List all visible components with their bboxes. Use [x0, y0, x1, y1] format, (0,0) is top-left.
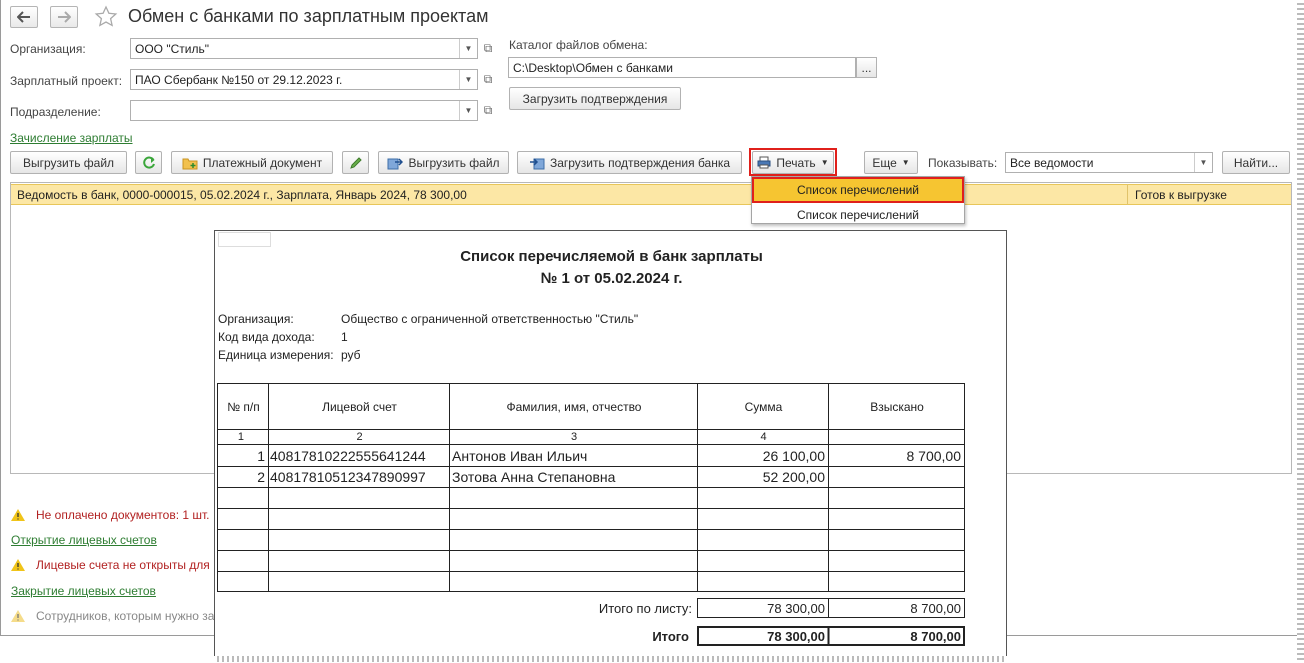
org-label: Организация: — [10, 42, 86, 56]
arrow-left-icon — [17, 11, 30, 23]
row-sum: 52 200,00 — [762, 469, 825, 485]
pencil-icon — [349, 156, 362, 169]
org-field[interactable]: ООО "Стиль" ▼ — [130, 38, 478, 59]
dropdown-icon[interactable]: ▼ — [459, 101, 477, 120]
total-sum: 78 300,00 — [767, 629, 825, 644]
find-button[interactable]: Найти... — [1222, 151, 1290, 174]
arrow-right-icon — [58, 11, 71, 23]
print-label: Печать — [776, 155, 816, 170]
col-header-sum: Сумма — [744, 400, 783, 414]
col-number: 4 — [760, 431, 767, 443]
total-withheld: 8 700,00 — [910, 629, 961, 644]
warning-icon — [11, 509, 25, 521]
export-icon — [387, 157, 404, 169]
report-table-grid — [217, 383, 965, 646]
col-header-name: Фамилия, имя, отчество — [506, 400, 642, 414]
show-value: Все ведомости — [1010, 156, 1094, 170]
export-file-button[interactable]: Выгрузить файл — [10, 151, 127, 174]
page-title: Обмен с банками по зарплатным проектам — [128, 6, 489, 26]
col-number: 1 — [237, 431, 244, 443]
import-icon — [529, 157, 545, 169]
load-confirm-button[interactable]: Загрузить подтверждения — [509, 87, 681, 110]
print-button[interactable]: Печать ▼ — [752, 151, 834, 174]
col-header-account: Лицевой счет — [322, 400, 397, 414]
open-project-icon[interactable]: ⧉ — [479, 69, 497, 90]
show-select[interactable]: Все ведомости ▼ — [1005, 152, 1213, 173]
show-label: Показывать: — [928, 156, 998, 170]
col-header-withheld: Взыскано — [870, 400, 924, 414]
folder-plus-icon — [182, 158, 198, 169]
warning-icon — [11, 610, 25, 622]
print-menu: Список перечислений Список перечислений — [751, 176, 965, 224]
row-document: Ведомость в банк, 0000-000015, 05.02.202… — [17, 188, 467, 202]
row-num: 1 — [257, 448, 265, 464]
payment-doc-label: Платежный документ — [202, 155, 323, 170]
project-label: Зарплатный проект: — [10, 74, 123, 88]
project-field[interactable]: ПАО Сбербанк №150 от 29.12.2023 г. ▼ — [130, 69, 478, 90]
row-num: 2 — [257, 469, 265, 485]
row-sum: 26 100,00 — [762, 448, 825, 464]
payment-doc-button[interactable]: Платежный документ — [171, 151, 333, 174]
col-number: 2 — [356, 431, 363, 443]
col-number: 3 — [570, 431, 578, 443]
total-label: Итого — [652, 629, 689, 644]
star-icon[interactable] — [94, 5, 118, 29]
org-value: ООО "Стиль" — [135, 42, 209, 56]
load-bank-confirm-button[interactable]: Загрузить подтверждения банка — [517, 151, 742, 174]
catalog-browse-button[interactable]: ... — [856, 57, 877, 78]
back-button[interactable] — [10, 6, 38, 28]
print-menu-item-highlighted[interactable]: Список перечислений — [752, 177, 964, 203]
dropdown-icon[interactable]: ▼ — [1194, 153, 1212, 172]
division-field[interactable]: ▼ — [130, 100, 478, 121]
printer-icon — [757, 156, 771, 169]
warning-icon — [11, 559, 25, 571]
row-name: Антонов Иван Ильич — [452, 448, 588, 464]
dropdown-icon[interactable]: ▼ — [459, 70, 477, 89]
row-status: Готов к выгрузке — [1135, 188, 1227, 202]
print-preview-sheet: Список перечисляемой в банк зарплаты № 1… — [214, 230, 1007, 662]
torn-edge — [1297, 0, 1304, 662]
catalog-label: Каталог файлов обмена: — [509, 38, 648, 52]
load-bank-confirm-label: Загрузить подтверждения банка — [549, 155, 731, 170]
salary-link[interactable]: Зачисление зарплаты — [10, 131, 133, 145]
dropdown-icon[interactable]: ▼ — [459, 39, 477, 58]
table-row[interactable]: Ведомость в банк, 0000-000015, 05.02.202… — [11, 184, 1291, 205]
print-menu-item[interactable]: Список перечислений — [752, 206, 964, 224]
project-value: ПАО Сбербанк №150 от 29.12.2023 г. — [135, 73, 343, 87]
page-total-withheld: 8 700,00 — [910, 601, 961, 616]
chevron-down-icon: ▼ — [901, 158, 910, 167]
export-file2-button[interactable]: Выгрузить файл — [378, 151, 509, 174]
unpaid-message: Не оплачено документов: 1 шт. — [36, 508, 210, 522]
catalog-field[interactable]: C:\Desktop\Обмен с банками — [508, 57, 856, 78]
forward-button[interactable] — [50, 6, 78, 28]
page-total-sum: 78 300,00 — [767, 601, 825, 616]
close-accounts-link[interactable]: Закрытие лицевых счетов — [11, 584, 156, 598]
accounts-not-open-message: Лицевые счета не открыты для — [36, 558, 210, 572]
column-divider — [1127, 184, 1128, 205]
more-label: Еще — [872, 155, 897, 170]
division-label: Подразделение: — [10, 105, 101, 119]
more-button[interactable]: Еще ▼ — [864, 151, 918, 174]
export-file2-label: Выгрузить файл — [408, 155, 500, 170]
refresh-icon — [142, 156, 155, 168]
employees-message: Сотрудников, которым нужно за — [36, 609, 215, 623]
page-total-label: Итого по листу: — [598, 601, 692, 616]
row-withheld: 8 700,00 — [906, 448, 962, 464]
edit-button[interactable] — [342, 151, 369, 174]
open-org-icon[interactable]: ⧉ — [479, 38, 497, 59]
open-division-icon[interactable]: ⧉ — [479, 100, 497, 121]
open-accounts-link[interactable]: Открытие лицевых счетов — [11, 533, 157, 547]
row-account: 40817810222555641244 — [270, 448, 426, 464]
row-account: 40817810512347890997 — [270, 469, 426, 485]
col-header-num: № п/п — [227, 400, 260, 414]
catalog-value: C:\Desktop\Обмен с банками — [513, 61, 673, 75]
chevron-down-icon: ▼ — [820, 158, 829, 167]
row-name: Зотова Анна Степановна — [452, 469, 616, 485]
torn-edge — [214, 656, 1007, 662]
refresh-button[interactable] — [135, 151, 162, 174]
